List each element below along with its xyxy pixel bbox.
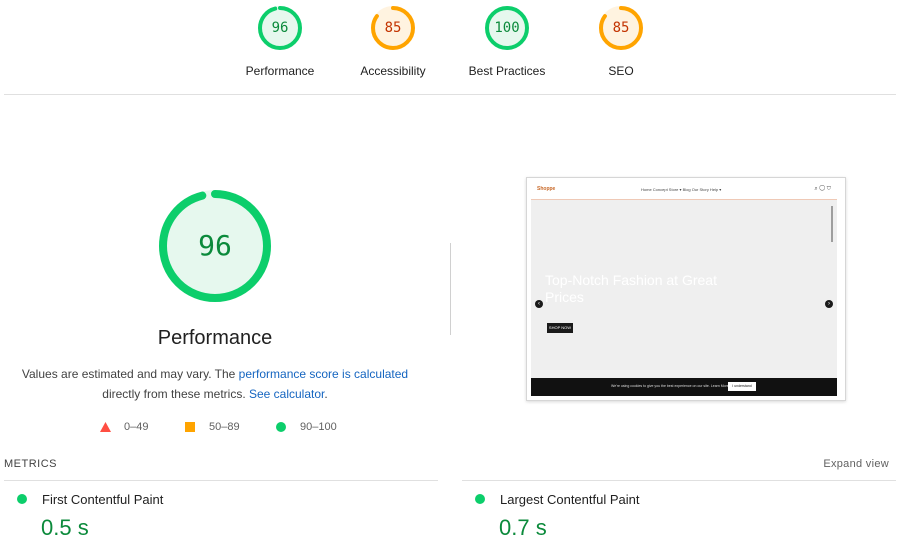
screenshot-cookie-text: We're using cookies to give you the best… (611, 384, 729, 388)
legend-range: 90–100 (300, 421, 337, 433)
page-screenshot[interactable]: Shoppe Home Concept Store ▾ Blog Our Sto… (526, 177, 846, 401)
metrics-heading: METRICS (4, 458, 57, 470)
header-divider (4, 94, 896, 95)
pass-dot-icon (475, 494, 485, 504)
legend-range: 0–49 (124, 421, 149, 433)
legend-pass: 90–100 (276, 420, 356, 434)
legend-fail: 0–49 (100, 420, 160, 434)
see-calculator-link[interactable]: See calculator (249, 387, 324, 401)
screenshot-hero: Top-Notch Fashion at Great Prices SHOP N… (531, 200, 837, 378)
gauge-label[interactable]: Best Practices (447, 64, 567, 78)
metric-value-fcp: 0.5 s (41, 515, 89, 540)
metrics-divider (462, 480, 896, 481)
square-average-icon (185, 422, 195, 432)
metric-name-lcp: Largest Contentful Paint (500, 492, 640, 507)
screenshot-navbar: Shoppe Home Concept Store ▾ Blog Our Sto… (531, 182, 837, 200)
legend-range: 50–89 (209, 421, 240, 433)
gauge-score: 85 (612, 20, 630, 36)
performance-title: Performance (157, 327, 273, 349)
performance-description: Values are estimated and may vary. The p… (20, 364, 410, 404)
performance-score: 96 (198, 229, 232, 262)
pass-dot-icon (17, 494, 27, 504)
score-calculated-link[interactable]: performance score is calculated (239, 367, 408, 381)
gauge-score: 96 (271, 20, 289, 36)
metrics-divider (4, 480, 438, 481)
gauge-score: 100 (494, 20, 520, 36)
performance-score-gauge: 96 (158, 189, 272, 303)
circle-pass-icon (276, 422, 286, 432)
description-text: directly from these metrics. (102, 387, 249, 401)
description-text: Values are estimated and may vary. The (21, 367, 239, 381)
accessibility-gauge[interactable]: 85 (369, 4, 417, 52)
performance-gauge[interactable]: 96 (256, 4, 304, 52)
best-practices-gauge[interactable]: 100 (483, 4, 531, 52)
screenshot-nav-icons: ⌕ ◯ ⛉ (814, 186, 831, 192)
screenshot-menu: Home Concept Store ▾ Blog Our Story Help… (641, 187, 722, 192)
description-text: . (324, 387, 328, 401)
chevron-left-icon: ‹ (535, 300, 543, 308)
gauge-score: 85 (384, 20, 402, 36)
screenshot-scrollbar (831, 206, 833, 242)
expand-view-button[interactable]: Expand view (823, 458, 889, 470)
screenshot-cookie-button: I understand (728, 382, 756, 391)
vertical-divider (450, 243, 451, 335)
gauge-label[interactable]: SEO (561, 64, 681, 78)
screenshot-cookie-bar: We're using cookies to give you the best… (531, 378, 837, 396)
seo-gauge[interactable]: 85 (597, 4, 645, 52)
screenshot-hero-title: Top-Notch Fashion at Great Prices (545, 272, 717, 305)
chevron-right-icon: › (825, 300, 833, 308)
metric-name-fcp: First Contentful Paint (42, 492, 164, 507)
triangle-fail-icon (100, 422, 111, 432)
legend-average: 50–89 (185, 420, 255, 434)
gauge-label[interactable]: Performance (220, 64, 340, 78)
gauge-label[interactable]: Accessibility (333, 64, 453, 78)
screenshot-shop-button: SHOP NOW (547, 323, 573, 333)
screenshot-logo: Shoppe (537, 186, 556, 192)
metric-value-lcp: 0.7 s (499, 515, 547, 540)
